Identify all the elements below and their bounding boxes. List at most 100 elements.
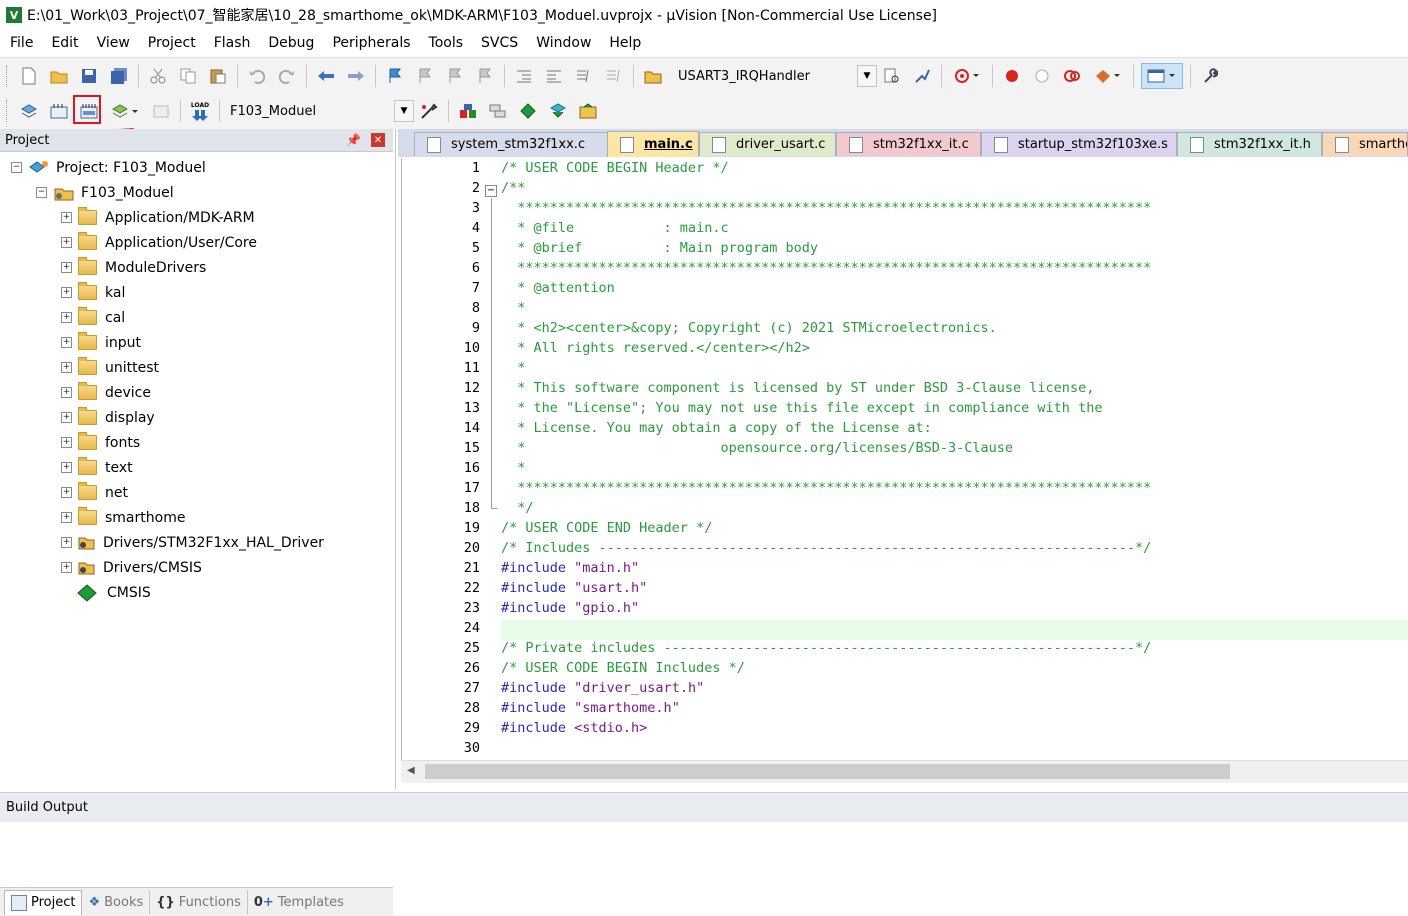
menu-flash[interactable]: Flash xyxy=(204,35,259,51)
code-line[interactable]: ****************************************… xyxy=(501,258,1151,278)
expand-icon[interactable]: + xyxy=(61,237,72,248)
code-line[interactable]: ****************************************… xyxy=(501,198,1151,218)
translate-icon[interactable] xyxy=(17,99,41,123)
tab-startup-stm32f103xe-s[interactable]: startup_stm32f103xe.s xyxy=(981,132,1177,156)
configure-icon[interactable] xyxy=(1090,64,1126,88)
save-all-icon[interactable] xyxy=(107,64,131,88)
wrench-icon[interactable] xyxy=(1198,64,1222,88)
comment-icon[interactable] xyxy=(572,64,596,88)
file-extensions-icon[interactable] xyxy=(486,99,510,123)
tree-group[interactable]: + text xyxy=(61,455,133,480)
breakpoint-insert-icon[interactable] xyxy=(1000,64,1024,88)
stop-build-icon[interactable] xyxy=(149,99,173,123)
bookmark-prev-icon[interactable] xyxy=(413,64,437,88)
tab-templates[interactable]: 0+ Templates xyxy=(248,890,350,914)
new-file-icon[interactable] xyxy=(17,64,41,88)
expand-icon[interactable]: + xyxy=(61,337,72,348)
pack-installer-icon[interactable] xyxy=(576,99,600,123)
breakpoint-kill-icon[interactable] xyxy=(1060,64,1084,88)
code-line[interactable]: * xyxy=(501,298,525,318)
uncomment-icon[interactable] xyxy=(602,64,626,88)
expand-icon[interactable]: + xyxy=(61,412,72,423)
menu-tools[interactable]: Tools xyxy=(419,35,472,51)
expand-icon[interactable]: + xyxy=(61,462,72,473)
tree-group[interactable]: + Drivers/CMSIS xyxy=(61,555,202,580)
menu-edit[interactable]: Edit xyxy=(41,35,86,51)
tree-group[interactable]: + fonts xyxy=(61,430,140,455)
expand-icon[interactable]: + xyxy=(61,212,72,223)
chevron-down-icon[interactable]: ▼ xyxy=(857,65,877,87)
tab-smarthome[interactable]: smartho xyxy=(1322,132,1408,156)
expand-icon[interactable]: + xyxy=(61,362,72,373)
tab-functions[interactable]: {} Functions xyxy=(150,890,248,914)
incremental-find-icon[interactable] xyxy=(910,64,934,88)
breakpoint-disable-icon[interactable] xyxy=(1030,64,1054,88)
download-load-icon[interactable]: LOAD xyxy=(188,99,212,123)
tree-group[interactable]: + device xyxy=(61,380,151,405)
navigate-forward-icon[interactable] xyxy=(344,64,368,88)
menu-window[interactable]: Window xyxy=(526,35,599,51)
code-line[interactable]: /* USER CODE BEGIN Includes */ xyxy=(501,658,745,678)
close-icon[interactable]: ✕ xyxy=(371,133,385,147)
tab-main-c[interactable]: main.c xyxy=(607,131,699,157)
tree-group[interactable]: + cal xyxy=(61,305,125,330)
tree-group[interactable]: + smarthome xyxy=(61,505,185,530)
manage-run-time-icon[interactable] xyxy=(516,99,540,123)
chevron-down-icon[interactable]: ▼ xyxy=(394,100,414,122)
bookmark-insert-icon[interactable] xyxy=(383,64,407,88)
code-editor[interactable]: 1 2 3 4 5 6 7 8 9 10 11 12 13 14 15 16 17 18 19 20 21 22 23 24 2… xyxy=(401,158,1408,762)
paste-icon[interactable] xyxy=(206,64,230,88)
expand-icon[interactable]: + xyxy=(61,387,72,398)
pin-icon[interactable]: 📌 xyxy=(346,133,361,147)
bookmark-next-icon[interactable] xyxy=(443,64,467,88)
expand-icon[interactable]: + xyxy=(61,562,72,573)
code-line[interactable]: * License. You may obtain a copy of the … xyxy=(501,418,932,438)
expand-icon[interactable]: + xyxy=(61,262,72,273)
code-line[interactable]: * xyxy=(501,458,525,478)
scrollbar-thumb[interactable] xyxy=(425,764,1230,779)
navigate-back-icon[interactable] xyxy=(314,64,338,88)
tree-group[interactable]: + Drivers/STM32F1xx_HAL_Driver xyxy=(61,530,324,555)
scroll-left-icon[interactable]: ◀ xyxy=(407,765,415,776)
code-line[interactable]: * xyxy=(501,358,525,378)
code-line[interactable]: * <h2><center>&copy; Copyright (c) 2021 … xyxy=(501,318,997,338)
code-line[interactable]: */ xyxy=(501,498,533,518)
unindent-icon[interactable] xyxy=(542,64,566,88)
tree-group[interactable]: + kal xyxy=(61,280,125,305)
batch-build-icon[interactable] xyxy=(107,99,143,123)
code-line[interactable]: #include "smarthome.h" xyxy=(501,698,680,718)
tab-books[interactable]: ❖ Books xyxy=(82,890,151,914)
expand-icon[interactable]: + xyxy=(61,312,72,323)
tree-group[interactable]: + Application/MDK-ARM xyxy=(61,205,255,230)
target-select[interactable]: F103_Moduel ▼ xyxy=(224,100,414,122)
tree-component[interactable]: CMSIS xyxy=(77,580,151,605)
tree-group[interactable]: + ModuleDrivers xyxy=(61,255,206,280)
toolbar-grip[interactable] xyxy=(6,100,10,122)
code-line[interactable]: /* Private includes --------------------… xyxy=(501,638,1151,658)
menu-help[interactable]: Help xyxy=(599,35,649,51)
code-line[interactable]: * opensource.org/licenses/BSD-3-Clause xyxy=(501,438,1013,458)
menu-project[interactable]: Project xyxy=(138,35,204,51)
code-line[interactable]: ****************************************… xyxy=(501,478,1151,498)
tree-group[interactable]: + display xyxy=(61,405,155,430)
expand-icon[interactable]: + xyxy=(61,512,72,523)
code-line[interactable]: * the "License"; You may not use this fi… xyxy=(501,398,1102,418)
menu-debug[interactable]: Debug xyxy=(258,35,322,51)
expand-icon[interactable]: + xyxy=(61,437,72,448)
menu-view[interactable]: View xyxy=(87,35,138,51)
code-line[interactable]: #include "main.h" xyxy=(501,558,639,578)
tree-group[interactable]: + unittest xyxy=(61,355,159,380)
menu-peripherals[interactable]: Peripherals xyxy=(322,35,418,51)
tab-driver-usart-c[interactable]: driver_usart.c xyxy=(699,132,836,156)
tab-project[interactable]: Project xyxy=(4,889,83,915)
expand-icon[interactable]: + xyxy=(61,537,72,548)
debug-session-icon[interactable] xyxy=(949,64,985,88)
horizontal-scrollbar[interactable]: ◀ xyxy=(401,760,1408,783)
function-combo[interactable]: USART3_IRQHandler ▼ xyxy=(672,65,877,87)
code-line[interactable]: * @brief : Main program body xyxy=(501,238,818,258)
cut-icon[interactable] xyxy=(146,64,170,88)
tree-group[interactable]: + net xyxy=(61,480,128,505)
expand-icon[interactable]: + xyxy=(61,287,72,298)
tree-target[interactable]: − F103_Moduel xyxy=(36,180,174,205)
tree-group[interactable]: + input xyxy=(61,330,141,355)
